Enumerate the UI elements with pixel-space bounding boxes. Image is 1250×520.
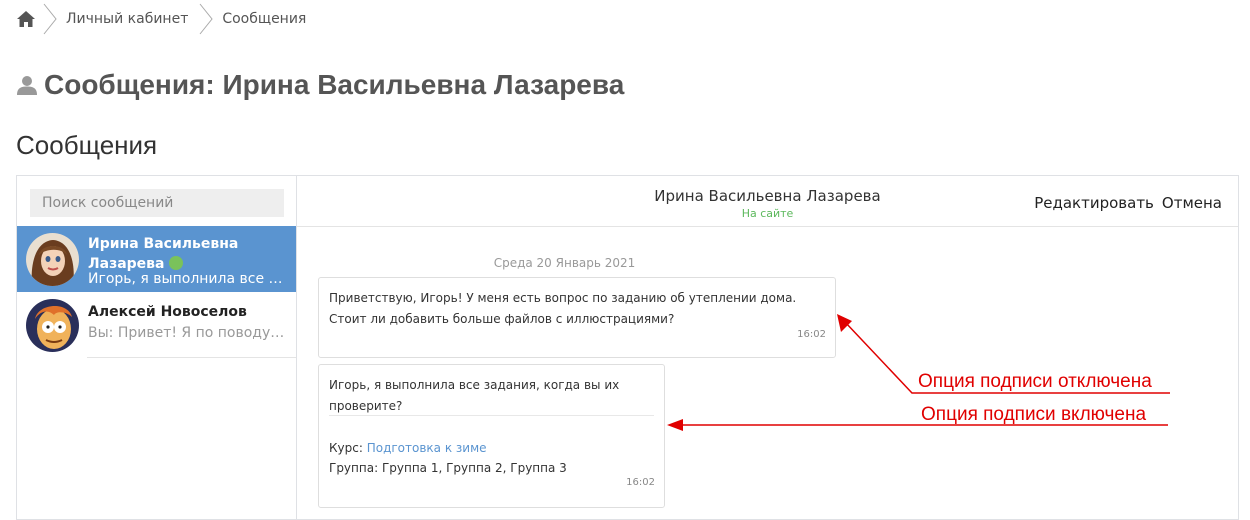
page-title-row: Сообщения: Ирина Васильевна Лазарева [16, 68, 624, 102]
avatar [26, 233, 79, 286]
breadcrumb-item-messages[interactable]: Сообщения [218, 11, 310, 27]
message-signature: Курс: Подготовка к зиме Группа: Группа 1… [329, 438, 567, 478]
breadcrumb: Личный кабинет Сообщения [16, 0, 310, 38]
signature-divider [329, 415, 654, 416]
user-icon [17, 76, 37, 95]
home-icon[interactable] [16, 9, 36, 29]
conversation-name: Алексей Новоселов [88, 304, 247, 320]
messaging-panel: Ирина Васильевна Лазарева Игорь, я выпол… [16, 175, 1239, 520]
breadcrumb-item-cabinet[interactable]: Личный кабинет [62, 11, 192, 27]
annotation-signature-off: Опция подписи отключена [918, 371, 1152, 392]
chat-panel: Ирина Васильевна Лазарева На сайте Редак… [297, 176, 1238, 519]
message-text: Приветствую, Игорь! У меня есть вопрос п… [329, 291, 797, 326]
conversation-item-alexey[interactable]: Алексей Новоселов Вы: Привет! Я по повод… [17, 292, 296, 358]
conversation-name: Ирина Васильевна Лазарева [88, 234, 288, 274]
course-link[interactable]: Подготовка к зиме [367, 441, 487, 455]
date-separator: Среда 20 Январь 2021 [493, 256, 636, 270]
section-title: Сообщения [16, 130, 158, 160]
message-text: Игорь, я выполнила все задания, когда вы… [329, 378, 620, 413]
avatar [26, 299, 79, 352]
conversation-list: Ирина Васильевна Лазарева Игорь, я выпол… [17, 176, 297, 519]
message-bubble: Приветствую, Игорь! У меня есть вопрос п… [318, 277, 836, 358]
page-title: Сообщения: Ирина Васильевна Лазарева [44, 69, 625, 100]
message-bubble: Игорь, я выполнила все задания, когда вы… [318, 364, 665, 508]
conversation-item-irina[interactable]: Ирина Васильевна Лазарева Игорь, я выпол… [17, 226, 296, 292]
breadcrumb-separator-icon [43, 3, 57, 35]
message-time: 16:02 [797, 329, 826, 340]
search-input[interactable] [30, 189, 284, 217]
conversation-preview: Игорь, я выполнила все задания, когда вы… [88, 271, 288, 287]
edit-button[interactable]: Редактировать [1034, 194, 1154, 212]
divider [87, 357, 296, 358]
chat-actions: Редактировать Отмена [1034, 194, 1222, 212]
signature-group-line: Группа: Группа 1, Группа 2, Группа 3 [329, 461, 567, 475]
breadcrumb-separator-icon [199, 3, 213, 35]
chat-header: Ирина Васильевна Лазарева На сайте Редак… [297, 176, 1238, 227]
online-status-icon [169, 256, 184, 270]
conversation-preview: Вы: Привет! Я по поводу курса [88, 325, 288, 341]
cancel-button[interactable]: Отмена [1162, 194, 1222, 212]
annotation-signature-on: Опция подписи включена [921, 404, 1147, 425]
message-time: 16:02 [626, 477, 655, 488]
conversation-name-line1: Ирина Васильевна [88, 236, 239, 252]
signature-course-label: Курс: [329, 441, 363, 455]
